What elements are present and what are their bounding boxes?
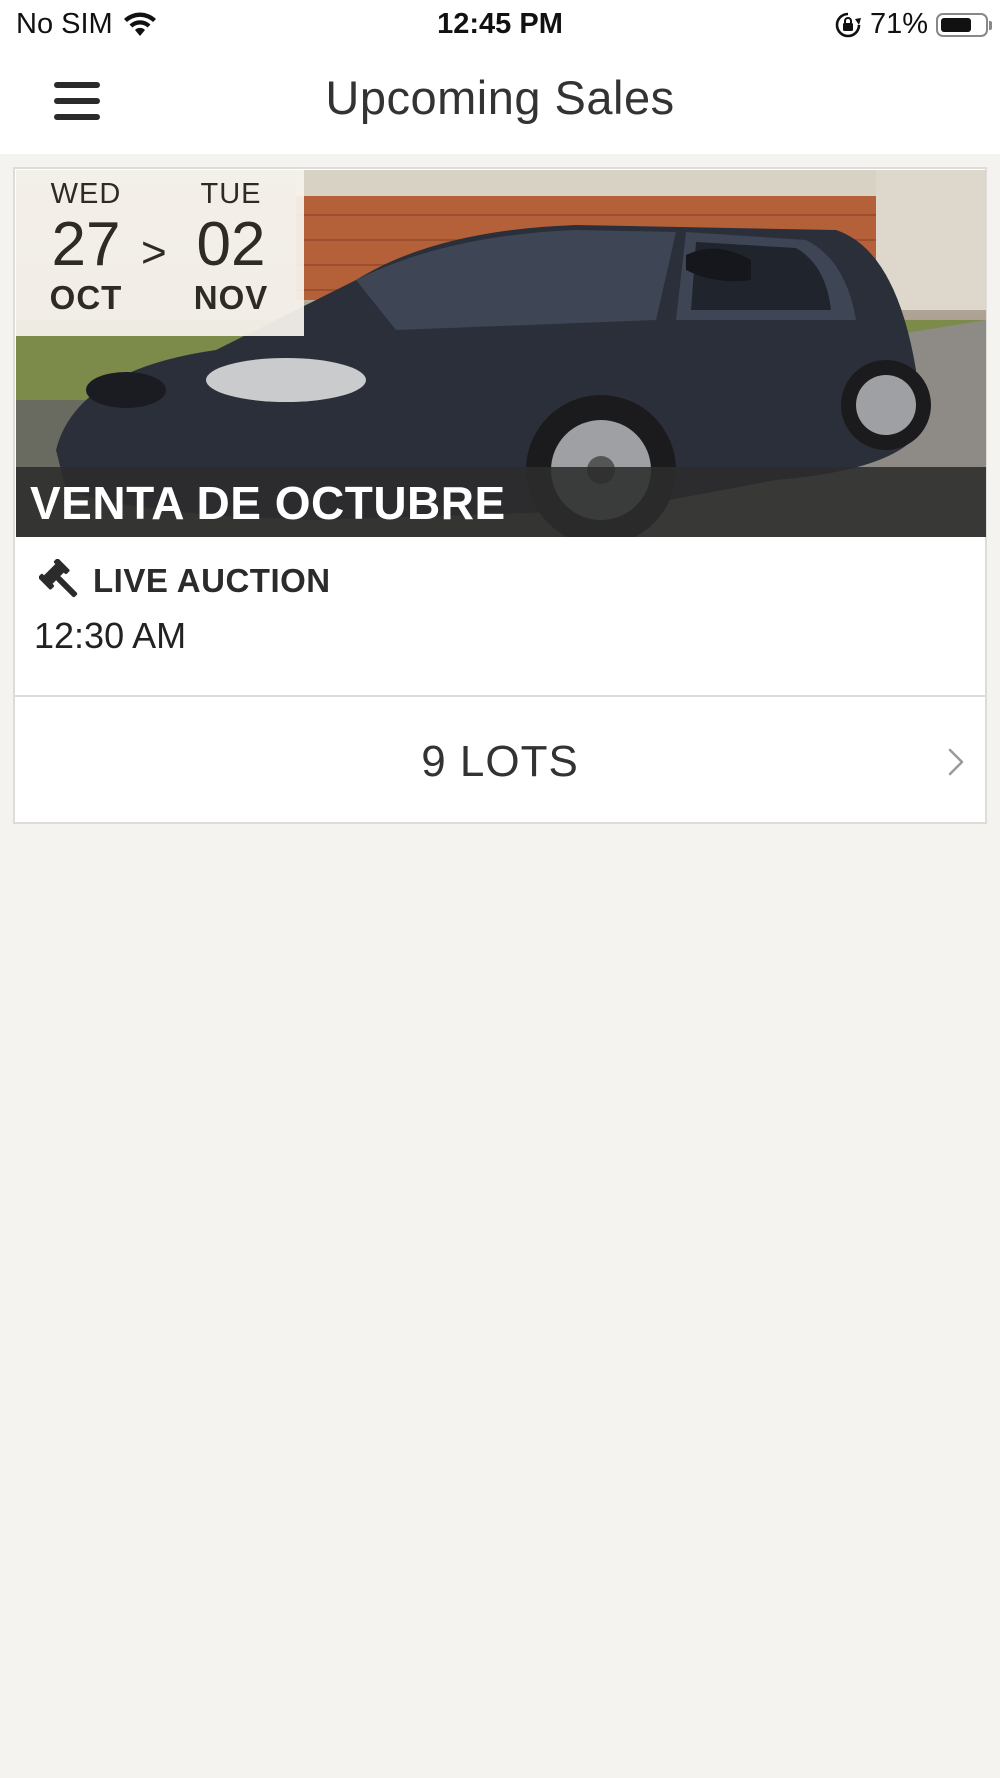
lots-label: 9 LOTS	[421, 737, 579, 786]
battery-icon	[936, 12, 992, 37]
auction-type-row: LIVE AUCTION	[39, 559, 331, 603]
orientation-lock-icon	[835, 12, 861, 37]
end-weekday: TUE	[200, 178, 262, 210]
status-bar: No SIM 12:45 PM 71%	[0, 0, 1000, 50]
battery-fill	[941, 17, 971, 32]
lots-button[interactable]: 9 LOTS	[15, 697, 985, 822]
date-range: WED 27 OCT > TUE 02 NOV	[16, 170, 304, 336]
start-month: OCT	[49, 279, 123, 316]
end-day: 02	[196, 210, 266, 279]
sale-time: 12:30 AM	[34, 615, 187, 656]
sale-image[interactable]: WED 27 OCT > TUE 02 NOV VENTA DE OCTUBRE	[16, 170, 986, 537]
end-date: TUE 02 NOV	[171, 178, 291, 317]
battery-percent: 71%	[869, 8, 928, 40]
status-right: 71%	[834, 8, 992, 41]
nav-bar: Upcoming Sales	[0, 50, 1000, 154]
sale-card[interactable]: WED 27 OCT > TUE 02 NOV VENTA DE OCTUBRE	[13, 167, 987, 824]
gavel-icon	[39, 559, 78, 598]
page-title: Upcoming Sales	[325, 71, 675, 124]
end-month: NOV	[193, 279, 269, 316]
start-weekday: WED	[50, 178, 122, 210]
auction-type-label: LIVE AUCTION	[93, 562, 331, 599]
sale-title: VENTA DE OCTUBRE	[30, 477, 506, 529]
date-separator: >	[141, 228, 167, 277]
start-day: 27	[51, 210, 121, 279]
start-date: WED 27 OCT	[26, 178, 146, 317]
chevron-right-icon	[948, 748, 964, 776]
sale-info: LIVE AUCTION 12:30 AM	[15, 537, 985, 661]
sale-title-band: VENTA DE OCTUBRE	[16, 467, 986, 537]
